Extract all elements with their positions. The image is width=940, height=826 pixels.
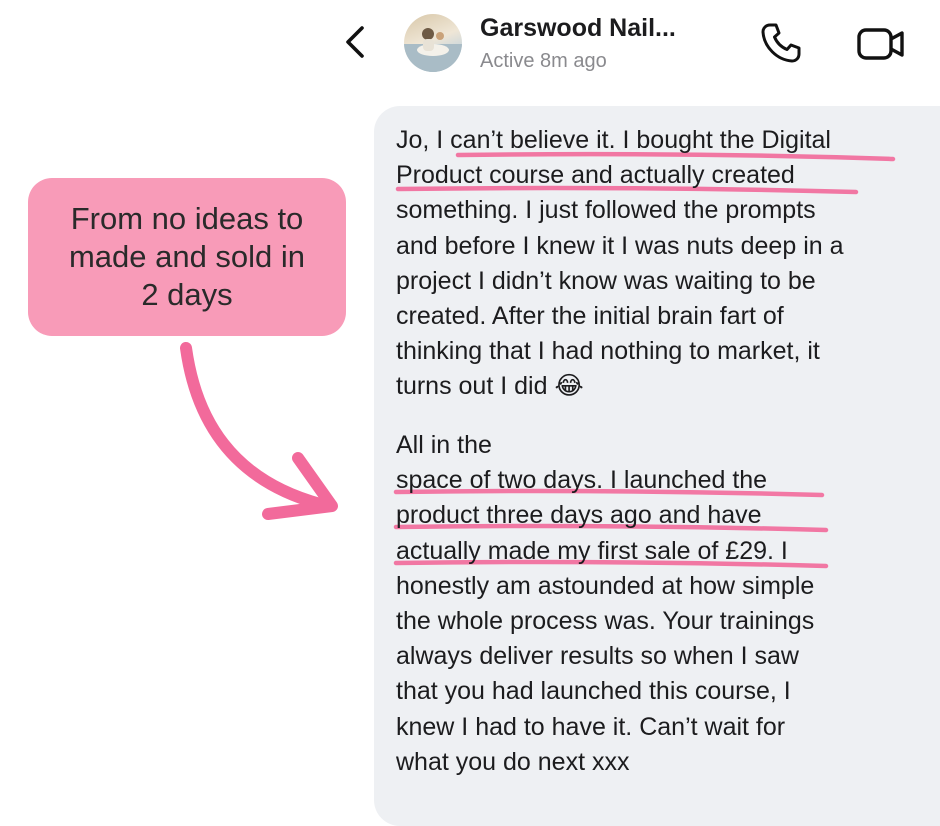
annotation-arrow (180, 342, 338, 520)
